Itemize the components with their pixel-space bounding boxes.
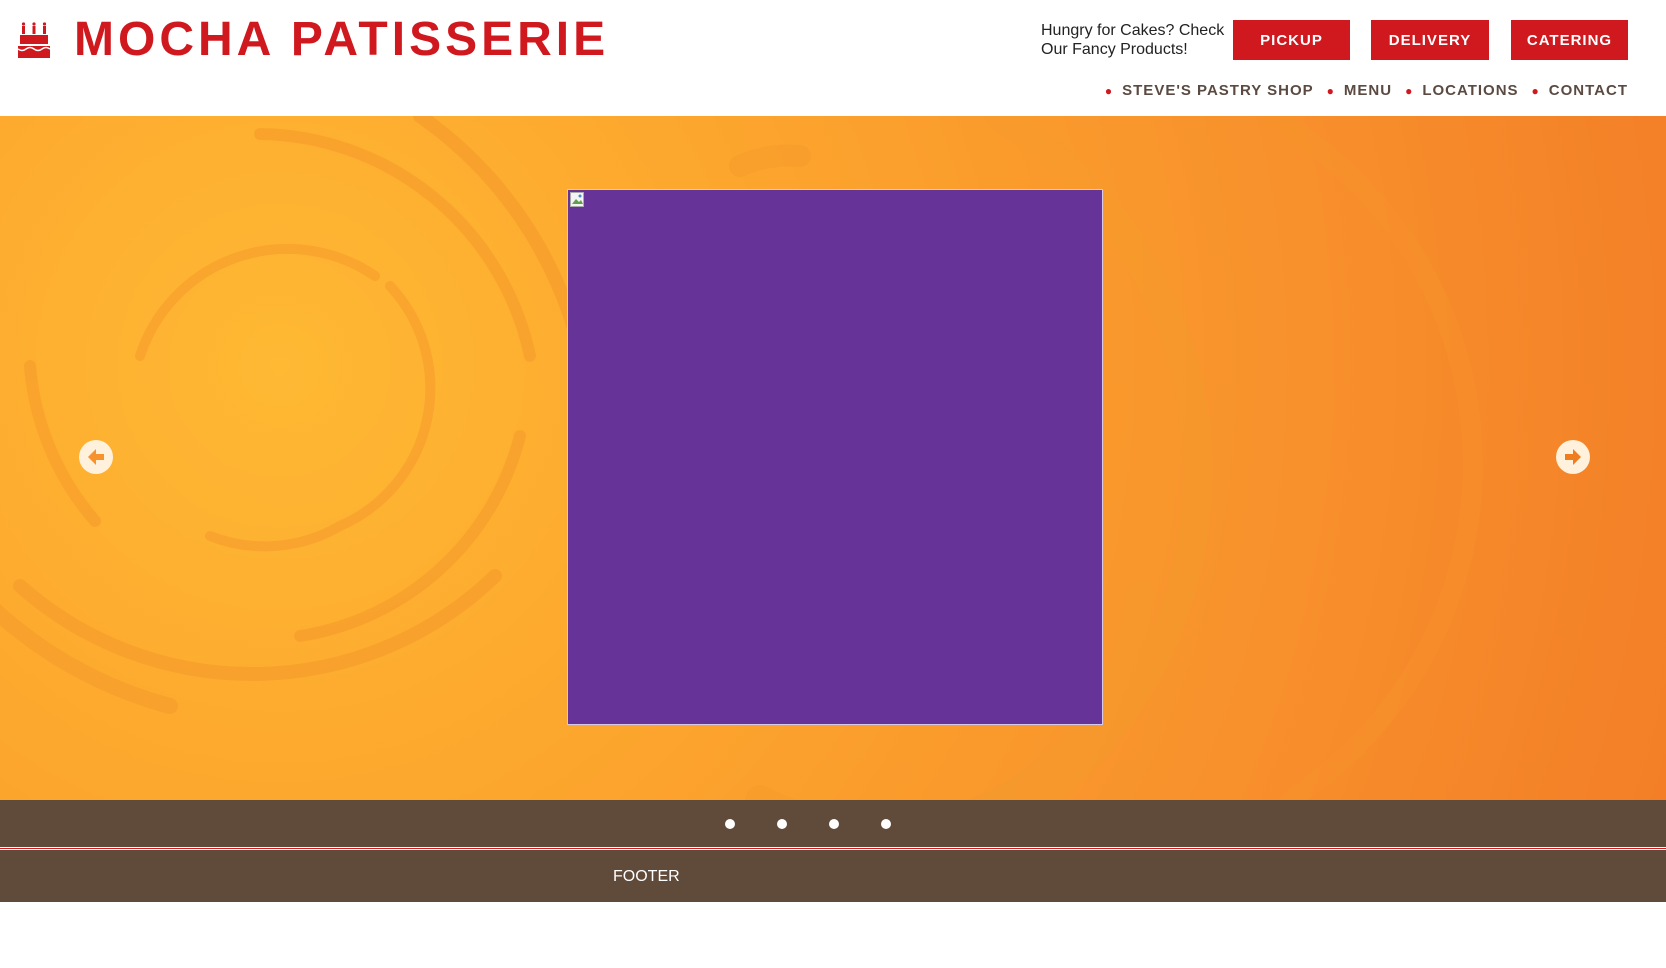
bullet-icon: ● xyxy=(1405,83,1414,98)
indicator-group xyxy=(725,818,891,829)
catering-button[interactable]: CATERING xyxy=(1511,20,1628,60)
carousel-dot[interactable] xyxy=(881,818,891,829)
nav-item-locations[interactable]: ● LOCATIONS xyxy=(1405,82,1518,99)
bullet-icon: ● xyxy=(1531,83,1540,98)
carousel-dot[interactable] xyxy=(777,818,787,829)
bullet-icon: ● xyxy=(1326,83,1335,98)
header-tagline: Hungry for Cakes? Check Our Fancy Produc… xyxy=(1041,22,1225,58)
carousel-prev-button[interactable] xyxy=(79,440,113,474)
carousel-dot[interactable] xyxy=(725,818,735,829)
nav-item-label: CONTACT xyxy=(1548,82,1628,99)
nav-item-label: MENU xyxy=(1343,82,1393,99)
delivery-button[interactable]: DELIVERY xyxy=(1371,20,1489,60)
broken-image-icon xyxy=(570,192,584,207)
logo[interactable]: MOCHA PATISSERIE xyxy=(18,14,609,66)
cake-icon xyxy=(18,22,50,58)
carousel-indicators xyxy=(0,800,1666,847)
pickup-button[interactable]: PICKUP xyxy=(1233,20,1350,60)
nav-item-label: LOCATIONS xyxy=(1422,82,1519,99)
nav-item-contact[interactable]: ● CONTACT xyxy=(1532,82,1628,99)
slide-image xyxy=(567,189,1103,725)
main-nav: ● STEVE'S PASTRY SHOP ● MENU ● LOCATIONS… xyxy=(1105,82,1628,99)
site-header: MOCHA PATISSERIE Hungry for Cakes? Check… xyxy=(0,0,1666,116)
bullet-icon: ● xyxy=(1104,83,1114,98)
nav-item-label: STEVE'S PASTRY SHOP xyxy=(1122,82,1314,99)
nav-item-menu[interactable]: ● MENU xyxy=(1327,82,1392,99)
arrow-right-icon xyxy=(1565,449,1581,465)
footer-divider-accent xyxy=(0,848,1666,849)
brand-name: MOCHA PATISSERIE xyxy=(74,13,610,66)
site-footer: FOOTER xyxy=(0,850,1666,902)
arrow-left-icon xyxy=(88,449,104,465)
carousel-next-button[interactable] xyxy=(1556,440,1590,474)
carousel-dot[interactable] xyxy=(829,818,839,829)
footer-label: FOOTER xyxy=(613,868,680,885)
nav-item-steves-pastry-shop[interactable]: ● STEVE'S PASTRY SHOP xyxy=(1105,82,1314,99)
hero-carousel xyxy=(0,116,1666,800)
